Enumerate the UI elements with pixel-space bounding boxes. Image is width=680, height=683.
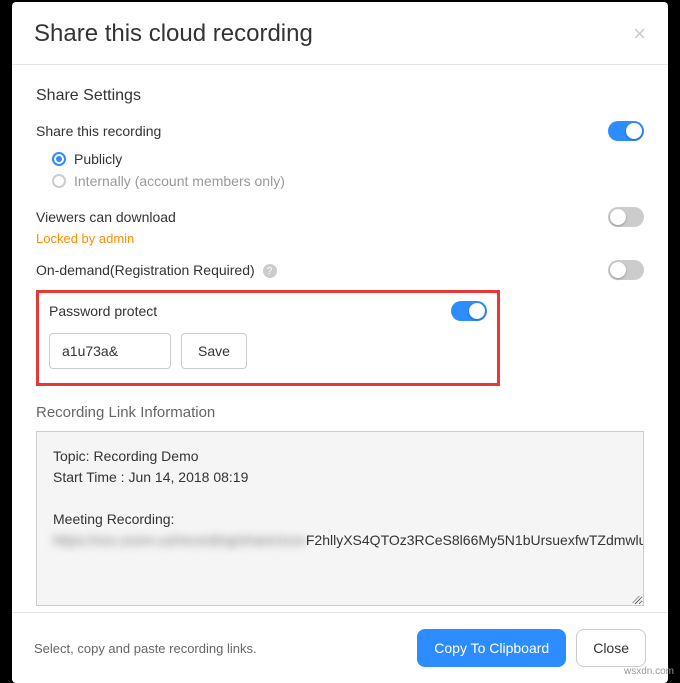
link-info-heading: Recording Link Information xyxy=(36,404,644,421)
modal-header: Share this cloud recording × xyxy=(12,2,668,65)
watermark: wsxdn.com xyxy=(624,666,674,677)
radio-selected-icon xyxy=(52,152,66,166)
topic-value: Recording Demo xyxy=(93,448,198,464)
share-settings-heading: Share Settings xyxy=(36,87,644,105)
toggle-knob xyxy=(626,123,642,139)
footer-hint: Select, copy and paste recording links. xyxy=(34,641,257,656)
close-icon[interactable]: × xyxy=(633,23,646,45)
visibility-internal-option[interactable]: Internally (account members only) xyxy=(52,173,644,189)
start-time-value: Jun 14, 2018 08:19 xyxy=(128,469,248,485)
recording-link-textarea[interactable]: Topic: Recording Demo Start Time : Jun 1… xyxy=(36,431,644,606)
share-recording-label: Share this recording xyxy=(36,123,161,139)
modal-body: Share Settings Share this recording Publ… xyxy=(12,65,668,612)
locked-by-admin-note: Locked by admin xyxy=(36,231,644,246)
visibility-public-label: Publicly xyxy=(74,151,122,167)
on-demand-toggle[interactable] xyxy=(608,260,644,280)
modal-footer: Select, copy and paste recording links. … xyxy=(12,612,668,683)
visibility-public-option[interactable]: Publicly xyxy=(52,151,644,167)
save-button[interactable]: Save xyxy=(181,333,247,369)
visibility-internal-label: Internally (account members only) xyxy=(74,173,285,189)
toggle-knob xyxy=(610,262,626,278)
share-recording-row: Share this recording xyxy=(36,121,644,141)
recording-url-obscured: https://xxx.zoom.us/recording/share/xxxx xyxy=(53,532,306,548)
start-time-label: Start Time : xyxy=(53,469,125,485)
toggle-knob xyxy=(610,209,626,225)
recording-url-suffix: F2hllyXS4QTOz3RCeS8l66My5N1bUrsuexfwTZdm… xyxy=(306,532,644,548)
copy-to-clipboard-button[interactable]: Copy To Clipboard xyxy=(417,629,566,667)
viewers-download-label: Viewers can download xyxy=(36,209,176,225)
topic-label: Topic: xyxy=(53,448,90,464)
viewers-download-row: Viewers can download xyxy=(36,207,644,227)
meeting-recording-label: Meeting Recording: xyxy=(53,511,174,527)
visibility-radio-group: Publicly Internally (account members onl… xyxy=(52,151,644,189)
footer-actions: Copy To Clipboard Close xyxy=(417,629,646,667)
password-protect-highlight: Password protect Save xyxy=(36,290,500,386)
share-recording-toggle[interactable] xyxy=(608,121,644,141)
resize-handle-icon[interactable] xyxy=(629,591,641,603)
modal-title: Share this cloud recording xyxy=(34,20,313,48)
viewers-download-toggle xyxy=(608,207,644,227)
on-demand-label: On-demand(Registration Required) ? xyxy=(36,262,277,278)
password-protect-toggle[interactable] xyxy=(451,301,487,321)
on-demand-row: On-demand(Registration Required) ? xyxy=(36,260,644,280)
password-input[interactable] xyxy=(49,333,171,369)
share-recording-modal: Share this cloud recording × Share Setti… xyxy=(12,2,668,683)
radio-unselected-icon xyxy=(52,174,66,188)
close-button[interactable]: Close xyxy=(576,629,646,667)
password-protect-row: Password protect xyxy=(49,301,487,321)
toggle-knob xyxy=(469,303,485,319)
help-icon[interactable]: ? xyxy=(263,264,277,278)
password-protect-label: Password protect xyxy=(49,303,157,319)
password-input-row: Save xyxy=(49,333,487,369)
on-demand-text: On-demand(Registration Required) xyxy=(36,262,255,278)
